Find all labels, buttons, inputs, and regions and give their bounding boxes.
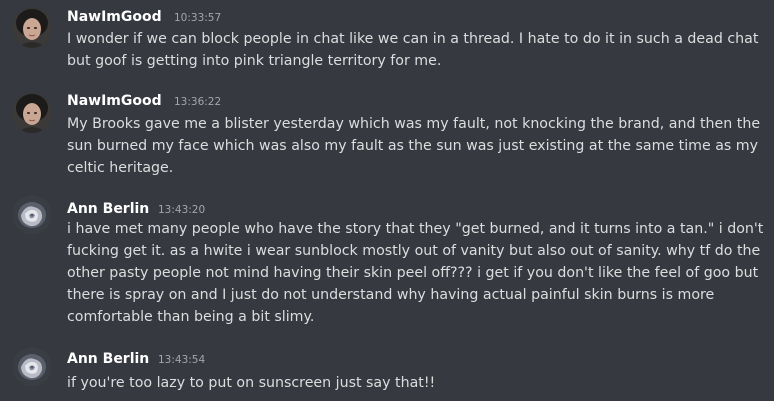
message-line: My Brooks gave me a blister yesterday wh… bbox=[67, 116, 761, 132]
message-timestamp: 13:43:20 bbox=[158, 204, 206, 216]
message-timestamp: 13:36:22 bbox=[174, 96, 222, 108]
chat-message-list: NawImGood 10:33:57 I wonder if we can bl… bbox=[0, 0, 774, 401]
message-line: if you're too lazy to put on sunscreen j… bbox=[67, 375, 436, 391]
user-avatar[interactable] bbox=[12, 8, 52, 48]
username[interactable]: NawImGood bbox=[67, 8, 162, 26]
username[interactable]: NawImGood bbox=[67, 92, 162, 110]
message-line: sun burned my face which was also my fau… bbox=[67, 138, 759, 154]
message-line: I wonder if we can block people in chat … bbox=[67, 31, 759, 47]
message-line: i have met many people who have the stor… bbox=[67, 221, 764, 237]
dark-hair-user-avatar-icon bbox=[12, 8, 52, 48]
message-line: fucking get it. as a hwite i wear sunblo… bbox=[67, 243, 761, 259]
flower-avatar-icon bbox=[12, 195, 52, 235]
message-line: comfortable than being a bit slimy. bbox=[67, 309, 315, 325]
user-avatar[interactable] bbox=[12, 195, 52, 235]
message-line: there is spray on and I just do not unde… bbox=[67, 287, 715, 303]
message-timestamp: 13:43:54 bbox=[158, 354, 206, 366]
message-timestamp: 10:33:57 bbox=[174, 12, 222, 24]
message-line: celtic heritage. bbox=[67, 160, 174, 176]
message-text: I wonder if we can block people in chat … bbox=[67, 28, 759, 72]
username[interactable]: Ann Berlin bbox=[67, 200, 149, 218]
message-text: if you're too lazy to put on sunscreen j… bbox=[67, 372, 757, 394]
message-text: i have met many people who have the stor… bbox=[67, 218, 764, 328]
user-avatar[interactable] bbox=[12, 347, 52, 387]
message-line: other pasty people not mind having their… bbox=[67, 265, 759, 281]
user-avatar[interactable] bbox=[12, 93, 52, 133]
username[interactable]: Ann Berlin bbox=[67, 350, 149, 368]
message-text: My Brooks gave me a blister yesterday wh… bbox=[67, 113, 761, 179]
flower-avatar-icon bbox=[12, 347, 52, 387]
message-line: but goof is getting into pink triangle t… bbox=[67, 53, 442, 69]
dark-hair-user-avatar-icon bbox=[12, 93, 52, 133]
